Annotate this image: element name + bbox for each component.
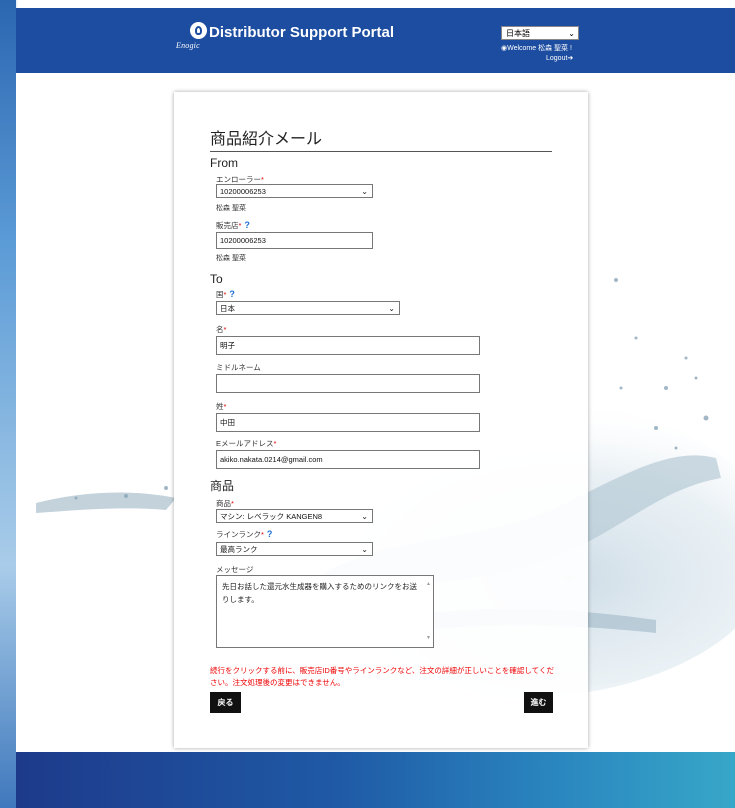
- help-icon[interactable]: ?: [267, 529, 273, 539]
- seller-id-input[interactable]: 10200006253: [216, 232, 373, 249]
- chevron-down-icon: ⌄: [361, 187, 368, 196]
- portal-title: Distributor Support Portal: [209, 24, 394, 41]
- product-select-value: マシン: レベラック KANGEN8: [220, 512, 323, 521]
- required-marker: *: [223, 325, 227, 334]
- last-name-label: 姓*: [216, 402, 227, 411]
- required-marker: *: [223, 402, 227, 411]
- email-field[interactable]: akiko.nakata.0214@gmail.com: [216, 450, 480, 469]
- last-name-input[interactable]: 中田: [216, 413, 480, 432]
- logo-text: Enogic: [176, 41, 200, 50]
- email-label: Eメールアドレス*: [216, 439, 277, 448]
- required-marker: *: [261, 175, 264, 184]
- logo-icon: [190, 22, 207, 39]
- section-to: To: [210, 272, 223, 286]
- first-name-input[interactable]: 明子: [216, 336, 480, 355]
- first-name-label: 名*: [216, 325, 227, 334]
- welcome-text: ◉Welcome 松森 聖菜 !: [501, 43, 572, 53]
- line-rank-select[interactable]: 最高ランク ⌄: [216, 542, 373, 556]
- footer-bar: [16, 752, 735, 808]
- enroller-select-value: 10200006253: [220, 187, 266, 196]
- required-marker: *: [223, 290, 227, 299]
- next-button[interactable]: 進む: [524, 692, 553, 713]
- product-intro-form: 商品紹介メール From エンローラー* 10200006253 ⌄ 松森 聖菜…: [174, 92, 588, 748]
- page: Enogic Distributor Support Portal 日本語 ⌄ …: [16, 8, 735, 808]
- required-marker: *: [231, 499, 234, 508]
- country-label: 国*?: [216, 289, 235, 299]
- message-text: 先日お話した還元水生成器を購入するためのリンクをお送りします。: [222, 582, 417, 604]
- logout-label: Logout: [546, 55, 568, 62]
- enroller-name: 松森 聖菜: [216, 205, 246, 212]
- language-select-value: 日本語: [506, 29, 530, 38]
- product-select[interactable]: マシン: レベラック KANGEN8 ⌄: [216, 509, 373, 523]
- chevron-down-icon: ⌄: [388, 304, 395, 313]
- logout-link[interactable]: Logout➜: [546, 54, 573, 62]
- chevron-down-icon: ⌄: [361, 545, 368, 554]
- warning-text: 続行をクリックする前に、販売店ID番号やラインランクなど、注文の詳細が正しいこと…: [210, 666, 554, 687]
- language-select[interactable]: 日本語 ⌄: [501, 26, 579, 40]
- required-marker: *: [238, 221, 242, 230]
- country-select[interactable]: 日本 ⌄: [216, 301, 400, 315]
- country-select-value: 日本: [220, 304, 235, 313]
- line-rank-label: ラインランク*?: [216, 529, 273, 539]
- chevron-down-icon: ⌄: [568, 29, 575, 38]
- line-rank-select-value: 最高ランク: [220, 545, 258, 554]
- page-title: 商品紹介メール: [210, 131, 323, 148]
- chevron-down-icon: ⌄: [361, 512, 368, 521]
- seller-label: 販売店*?: [216, 220, 250, 230]
- background-strip: [0, 0, 16, 808]
- product-label: 商品*: [216, 499, 234, 508]
- section-product: 商品: [210, 479, 235, 493]
- welcome-label: Welcome 松森 聖菜 !: [507, 45, 572, 52]
- seller-name: 松森 聖菜: [216, 255, 246, 262]
- message-label: メッセージ: [216, 565, 254, 574]
- required-marker: *: [261, 530, 264, 539]
- middle-name-input[interactable]: [216, 374, 480, 393]
- title-divider: [210, 151, 552, 152]
- section-from: From: [210, 156, 238, 170]
- back-button[interactable]: 戻る: [210, 692, 241, 713]
- enroller-select[interactable]: 10200006253 ⌄: [216, 184, 373, 198]
- logout-icon: ➜: [567, 55, 574, 62]
- scroll-down-icon[interactable]: ▼: [426, 632, 431, 645]
- help-icon[interactable]: ?: [229, 289, 235, 299]
- required-marker: *: [273, 439, 277, 448]
- scroll-up-icon[interactable]: ▲: [426, 578, 431, 591]
- header-bar: Enogic Distributor Support Portal 日本語 ⌄ …: [16, 8, 735, 73]
- help-icon[interactable]: ?: [244, 220, 250, 230]
- message-textarea[interactable]: 先日お話した還元水生成器を購入するためのリンクをお送りします。 ▲ ▼: [216, 575, 434, 648]
- middle-name-label: ミドルネーム: [216, 363, 261, 372]
